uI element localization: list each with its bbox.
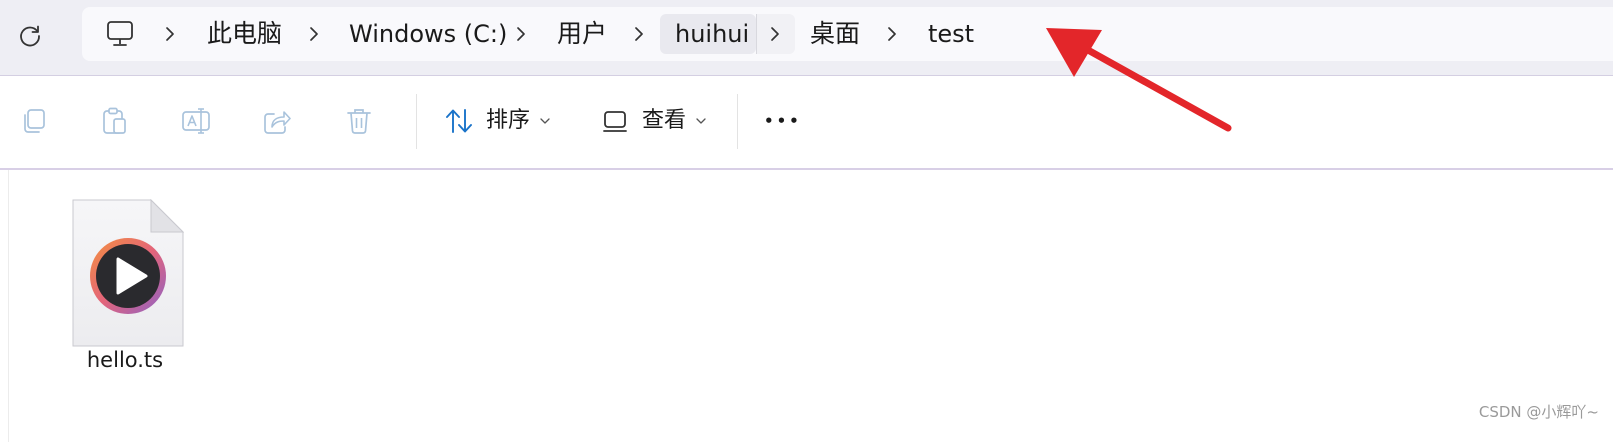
- breadcrumb-this-pc[interactable]: 此电脑: [207, 7, 282, 61]
- chevron-right-icon[interactable]: [633, 26, 645, 42]
- view-icon: [603, 111, 627, 132]
- chevron-right-icon[interactable]: [164, 26, 176, 42]
- view-button[interactable]: 查看: [600, 76, 715, 168]
- this-pc-icon[interactable]: [106, 19, 134, 49]
- watermark: CSDN @小辉吖~: [1478, 403, 1599, 421]
- delete-icon[interactable]: [344, 106, 374, 136]
- chevron-down-icon: [696, 118, 706, 124]
- breadcrumb-windows-c[interactable]: Windows (C:): [349, 7, 507, 61]
- share-icon[interactable]: [262, 106, 292, 136]
- breadcrumb-dropdown-button[interactable]: [756, 14, 795, 54]
- breadcrumb-desktop[interactable]: 桌面: [810, 7, 860, 61]
- pane-border: [8, 170, 9, 442]
- sort-label: 排序: [486, 108, 531, 133]
- annotation-arrow: [1046, 28, 1232, 132]
- toolbar-divider: [737, 94, 738, 149]
- refresh-icon: [20, 25, 40, 47]
- media-player-icon: [72, 199, 184, 347]
- toolbar-divider: [416, 94, 417, 149]
- breadcrumb-test[interactable]: test: [928, 7, 974, 61]
- paste-icon[interactable]: [100, 106, 130, 136]
- view-label: 查看: [642, 108, 687, 133]
- sort-button[interactable]: 排序: [440, 76, 560, 168]
- sort-icon: [446, 109, 472, 133]
- copy-icon[interactable]: [19, 106, 49, 136]
- chevron-right-icon[interactable]: [515, 26, 527, 42]
- file-name: hello.ts: [86, 348, 164, 372]
- file-item[interactable]: hello.ts: [60, 190, 190, 380]
- address-bar-row: 此电脑 Windows (C:) 用户 huihui 桌面 test: [0, 0, 1613, 75]
- more-options-button[interactable]: •••: [758, 106, 800, 136]
- chevron-right-icon[interactable]: [886, 26, 898, 42]
- rename-icon[interactable]: [181, 106, 211, 136]
- address-bar[interactable]: 此电脑 Windows (C:) 用户 huihui 桌面 test: [82, 7, 1613, 61]
- chevron-down-icon: [540, 118, 550, 124]
- breadcrumb-huihui[interactable]: huihui: [675, 7, 749, 61]
- chevron-right-icon: [771, 27, 779, 41]
- breadcrumb-users[interactable]: 用户: [557, 7, 607, 61]
- divider: [0, 168, 1613, 170]
- chevron-right-icon[interactable]: [308, 26, 320, 42]
- more-icon: •••: [764, 112, 802, 130]
- command-bar: 排序 查看 •••: [0, 76, 1613, 168]
- refresh-button[interactable]: [14, 20, 46, 52]
